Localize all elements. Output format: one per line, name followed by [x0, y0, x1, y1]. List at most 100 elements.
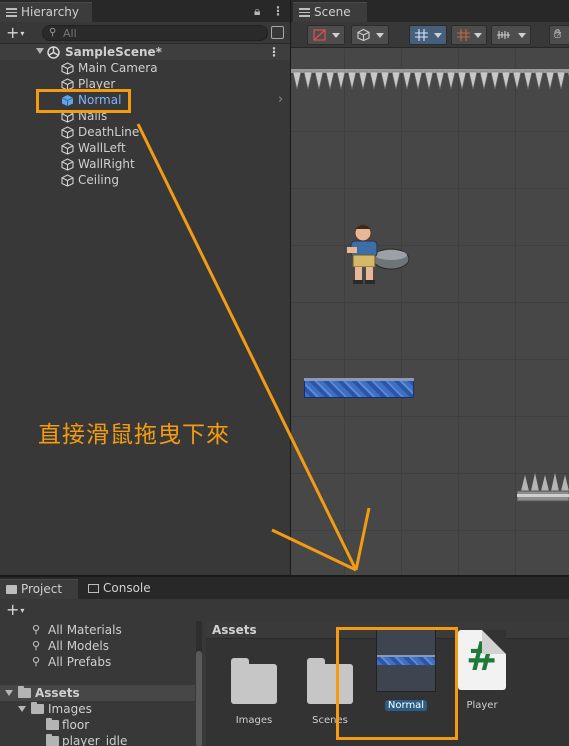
gameobject-cube-icon — [61, 142, 74, 155]
spike — [534, 71, 544, 90]
folder-icon — [46, 734, 59, 746]
folder-icon — [18, 686, 31, 698]
tab-scene[interactable]: Scene — [293, 2, 367, 22]
unity-scene-icon — [47, 46, 60, 59]
chevron-down-icon — [434, 33, 442, 38]
hand-tool-button[interactable]: ✋︎ — [549, 25, 569, 45]
scrollbar-thumb[interactable] — [196, 651, 202, 746]
hierarchy-item-wallright[interactable]: WallRight — [0, 156, 290, 172]
normal-platform-sprite[interactable] — [304, 378, 414, 398]
chevron-down-icon[interactable] — [18, 706, 26, 712]
spike — [490, 71, 500, 90]
spike — [303, 71, 313, 90]
spike — [402, 71, 412, 90]
spike — [358, 71, 368, 90]
grid-snap-icon — [457, 29, 470, 41]
hierarchy-item-main-camera[interactable]: Main Camera — [0, 60, 290, 76]
hierarchy-item-ceiling[interactable]: Ceiling — [0, 172, 290, 188]
project-panel: Project Console +▾ ⚲ All Materials ⚲ All… — [0, 576, 569, 746]
folder-icon — [46, 718, 59, 730]
favorite-all-materials[interactable]: ⚲ All Materials — [0, 622, 195, 638]
tree-folder-player-idle[interactable]: player_idle — [0, 733, 195, 746]
scene-viewport[interactable] — [291, 49, 569, 575]
console-icon — [88, 584, 99, 593]
filter-icon[interactable] — [271, 26, 284, 39]
favorite-all-models[interactable]: ⚲ All Models — [0, 638, 195, 654]
ceiling-spikes-sprite — [291, 69, 569, 90]
shading-mode-icon — [313, 29, 326, 41]
spike — [545, 71, 555, 90]
search-icon: ⚲ — [32, 655, 41, 668]
cube-icon — [357, 29, 370, 41]
annotation-highlight-normal-hierarchy — [36, 89, 131, 113]
spike — [325, 71, 335, 90]
spike — [391, 71, 401, 90]
hierarchy-panel: Hierarchy 🔒︎ ⋮ +▾ ⚲ All SampleScene* ⋮ M… — [0, 0, 290, 575]
render-mode-dropdown[interactable] — [351, 25, 389, 45]
spike — [347, 71, 357, 90]
chevron-down-icon — [332, 33, 340, 38]
spike — [380, 71, 390, 90]
tree-folder-assets[interactable]: Assets — [0, 685, 195, 701]
draw-mode-dropdown[interactable] — [307, 25, 345, 45]
asset-folder-images[interactable]: Images — [219, 646, 289, 736]
chevron-down-icon[interactable] — [5, 690, 13, 696]
hierarchy-item-deathline[interactable]: DeathLine — [0, 124, 290, 140]
favorite-all-prefabs[interactable]: ⚲ All Prefabs — [0, 654, 195, 670]
tab-console[interactable]: Console — [88, 581, 151, 595]
spike — [512, 71, 522, 90]
gameobject-cube-icon — [61, 174, 74, 187]
hierarchy-tabbar: Hierarchy 🔒︎ ⋮ — [0, 0, 290, 22]
tree-folder-floor[interactable]: floor — [0, 717, 195, 733]
spike — [446, 71, 456, 90]
annotation-highlight-normal-prefab — [336, 627, 458, 740]
scene-tabbar: Scene — [291, 0, 569, 22]
lock-icon[interactable]: 🔒︎ — [254, 4, 260, 19]
hierarchy-toolbar: +▾ ⚲ All — [0, 22, 290, 44]
folder-icon — [6, 585, 17, 594]
spike — [424, 71, 434, 90]
spike — [413, 71, 423, 90]
snap-dropdown[interactable] — [451, 25, 487, 45]
csharp-script-icon: # — [458, 630, 506, 690]
gizmo-toggle-dropdown[interactable] — [409, 25, 447, 45]
folder-icon — [231, 658, 277, 704]
scene-toolbar: ✋︎ — [291, 22, 569, 48]
search-icon: ⚲ — [49, 27, 57, 38]
tree-folder-images[interactable]: Images — [0, 701, 195, 717]
project-toolbar: +▾ — [0, 599, 569, 621]
spike — [556, 71, 566, 90]
scene-name: SampleScene* — [65, 45, 162, 59]
chevron-down-icon[interactable] — [36, 48, 44, 54]
tab-hierarchy[interactable]: Hierarchy — [0, 2, 92, 22]
list-icon — [299, 8, 310, 17]
add-object-button[interactable]: +▾ — [6, 23, 24, 42]
gameobject-cube-icon — [61, 126, 74, 139]
create-asset-button[interactable]: +▾ — [6, 600, 24, 619]
spike — [457, 71, 467, 90]
folder-icon — [31, 702, 44, 714]
spike — [479, 71, 489, 90]
player-sprite — [347, 224, 410, 284]
gameobject-cube-icon — [61, 62, 74, 75]
spike — [435, 71, 445, 90]
scene-options-icon[interactable]: ⋮ — [268, 45, 280, 59]
scene-root-row[interactable]: SampleScene* ⋮ — [0, 44, 290, 60]
chevron-down-icon — [518, 33, 526, 38]
hierarchy-search-input[interactable]: ⚲ All — [42, 25, 268, 41]
increment-snap-dropdown[interactable] — [491, 25, 531, 45]
project-folder-tree: ⚲ All Materials ⚲ All Models ⚲ All Prefa… — [0, 621, 202, 746]
chevron-right-icon[interactable]: › — [278, 92, 283, 107]
gameobject-cube-icon — [61, 158, 74, 171]
hand-icon: ✋︎ — [554, 27, 562, 42]
list-icon — [6, 8, 17, 17]
tree-scrollbar[interactable] — [196, 621, 202, 746]
tab-project[interactable]: Project — [0, 579, 78, 599]
more-options-icon[interactable]: ⋮ — [272, 4, 284, 18]
spike — [523, 71, 533, 90]
scene-panel: Scene ✋︎ — [291, 0, 569, 575]
bottom-tabbar: Project Console — [0, 577, 569, 599]
spike — [336, 71, 346, 90]
hierarchy-item-wallleft[interactable]: WallLeft — [0, 140, 290, 156]
spike — [468, 71, 478, 90]
